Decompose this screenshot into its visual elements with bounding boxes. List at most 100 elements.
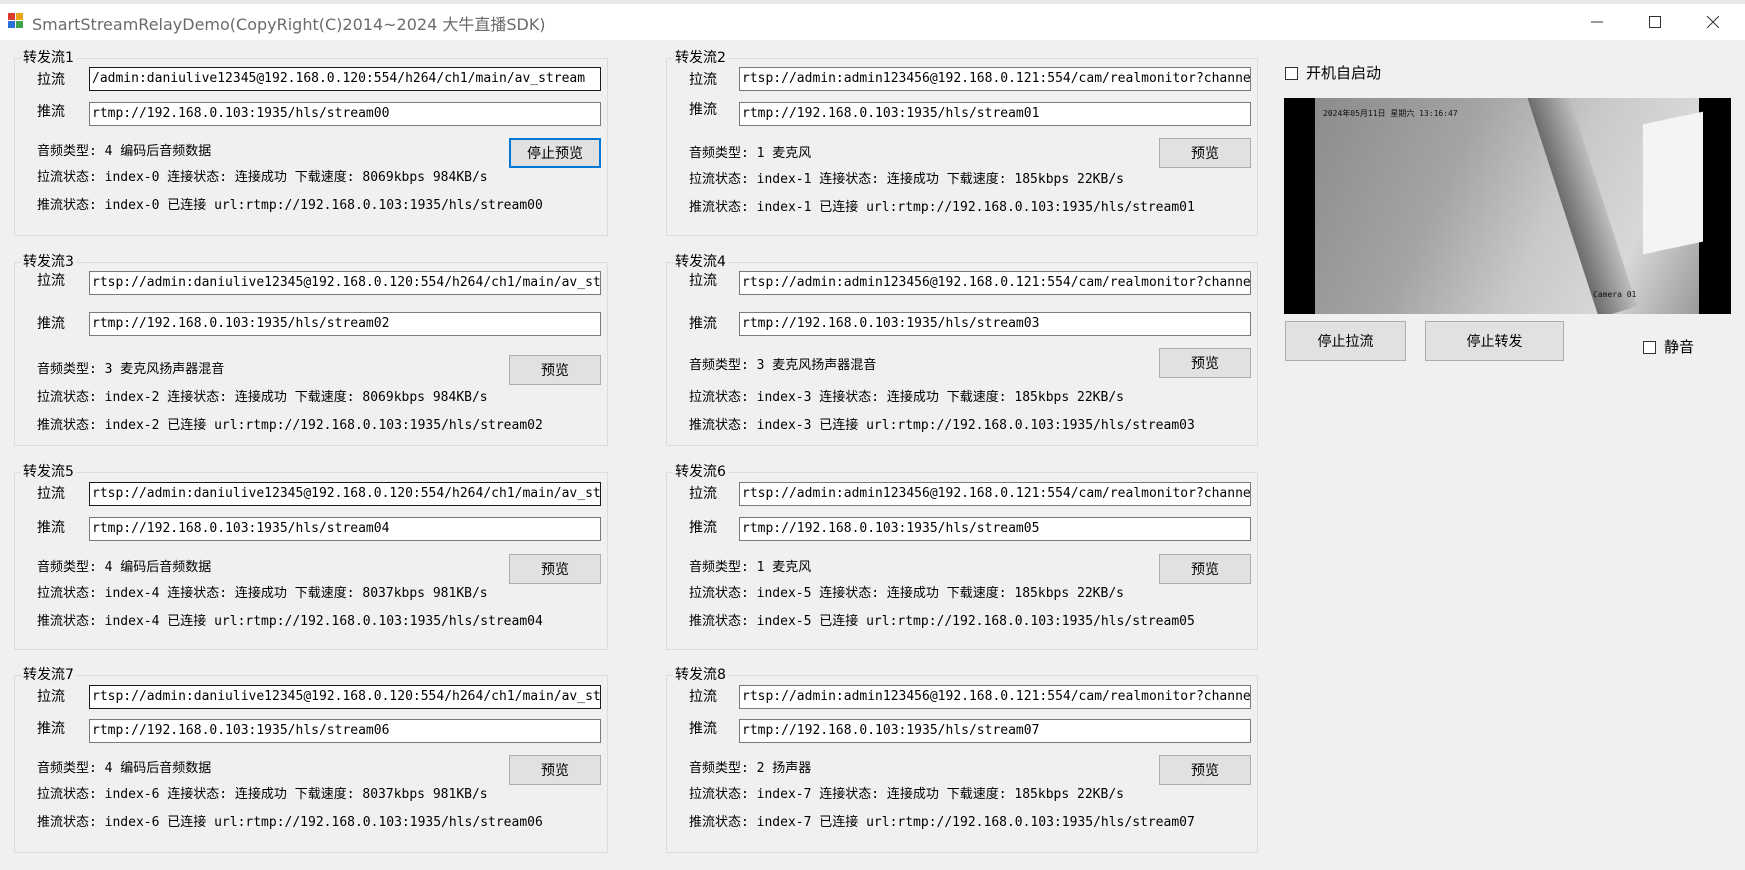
pull-label: 拉流 (689, 486, 717, 502)
group-caption: 转发流4 (673, 253, 728, 271)
pull-url-input[interactable]: /admin:daniulive12345@192.168.0.120:554/… (89, 67, 601, 91)
autostart-label: 开机自启动 (1306, 64, 1382, 82)
push-label: 推流 (689, 316, 717, 332)
pull-url-input[interactable]: rtsp://admin:admin123456@192.168.0.121:5… (739, 271, 1251, 295)
push-status-text: 推流状态: index-4 已连接 url:rtmp://192.168.0.1… (37, 614, 543, 629)
relay-group-4: 转发流4 拉流 rtsp://admin:admin123456@192.168… (666, 253, 1258, 446)
relay-group-5: 转发流5 拉流 rtsp://admin:daniulive12345@192.… (14, 463, 608, 650)
pull-status-text: 拉流状态: index-6 连接状态: 连接成功 下载速度: 8037kbps … (37, 787, 488, 802)
pull-url-input[interactable]: rtsp://admin:admin123456@192.168.0.121:5… (739, 482, 1251, 506)
pull-status-text: 拉流状态: index-1 连接状态: 连接成功 下载速度: 185kbps 2… (689, 172, 1124, 187)
audio-type-text: 音频类型: 1 麦克风 (689, 146, 812, 161)
autostart-checkbox[interactable] (1285, 67, 1298, 80)
pull-status-text: 拉流状态: index-2 连接状态: 连接成功 下载速度: 8069kbps … (37, 390, 488, 405)
window-title: SmartStreamRelayDemo(CopyRight(C)2014~20… (32, 15, 546, 34)
video-preview: 2024年05月11日 星期六 13:16:47 Camera 01 (1284, 98, 1731, 314)
audio-type-text: 音频类型: 2 扬声器 (689, 761, 812, 776)
pull-label: 拉流 (689, 273, 717, 289)
preview-button[interactable]: 预览 (1159, 755, 1251, 785)
group-caption: 转发流5 (21, 463, 76, 481)
stop-pull-button[interactable]: 停止拉流 (1285, 321, 1406, 361)
push-label: 推流 (689, 520, 717, 536)
relay-group-2: 转发流2 拉流 rtsp://admin:admin123456@192.168… (666, 49, 1258, 236)
osd-timestamp: 2024年05月11日 星期六 13:16:47 (1323, 109, 1458, 118)
push-label: 推流 (37, 104, 65, 120)
push-status-text: 推流状态: index-6 已连接 url:rtmp://192.168.0.1… (37, 815, 543, 830)
relay-group-6: 转发流6 拉流 rtsp://admin:admin123456@192.168… (666, 463, 1258, 650)
osd-camera-name: Camera 01 (1593, 290, 1637, 299)
maximize-icon (1649, 16, 1661, 28)
push-status-text: 推流状态: index-5 已连接 url:rtmp://192.168.0.1… (689, 614, 1195, 629)
audio-type-text: 音频类型: 4 编码后音频数据 (37, 761, 212, 776)
push-label: 推流 (689, 102, 717, 118)
pull-label: 拉流 (689, 72, 717, 88)
relay-group-1: 转发流1 拉流 /admin:daniulive12345@192.168.0.… (14, 49, 608, 236)
relay-group-8: 转发流8 拉流 rtsp://admin:admin123456@192.168… (666, 666, 1258, 853)
pull-label: 拉流 (37, 486, 65, 502)
pull-url-input[interactable]: rtsp://admin:admin123456@192.168.0.121:5… (739, 685, 1251, 709)
pull-url-input[interactable]: rtsp://admin:daniulive12345@192.168.0.12… (89, 482, 601, 506)
ceiling-beam-shape (1524, 98, 1638, 314)
group-caption: 转发流6 (673, 463, 728, 481)
relay-group-3: 转发流3 拉流 rtsp://admin:daniulive12345@192.… (14, 253, 608, 446)
push-status-text: 推流状态: index-0 已连接 url:rtmp://192.168.0.1… (37, 198, 543, 213)
pull-status-text: 拉流状态: index-0 连接状态: 连接成功 下载速度: 8069kbps … (37, 170, 488, 185)
audio-type-text: 音频类型: 4 编码后音频数据 (37, 144, 212, 159)
pull-label: 拉流 (37, 689, 65, 705)
minimize-button[interactable] (1568, 4, 1626, 40)
pull-url-input[interactable]: rtsp://admin:daniulive12345@192.168.0.12… (89, 271, 601, 295)
pull-label: 拉流 (37, 273, 65, 289)
audio-type-text: 音频类型: 1 麦克风 (689, 560, 812, 575)
push-status-text: 推流状态: index-3 已连接 url:rtmp://192.168.0.1… (689, 418, 1195, 433)
push-url-input[interactable]: rtmp://192.168.0.103:1935/hls/stream07 (739, 719, 1251, 743)
mute-checkbox[interactable] (1643, 341, 1656, 354)
close-button[interactable] (1684, 4, 1742, 40)
mute-label: 静音 (1664, 338, 1695, 356)
pull-status-text: 拉流状态: index-5 连接状态: 连接成功 下载速度: 185kbps 2… (689, 586, 1124, 601)
stop-preview-button[interactable]: 停止预览 (509, 138, 601, 168)
skylight-shape (1643, 111, 1703, 255)
pull-url-input[interactable]: rtsp://admin:admin123456@192.168.0.121:5… (739, 67, 1251, 91)
preview-button[interactable]: 预览 (509, 554, 601, 584)
preview-button[interactable]: 预览 (1159, 348, 1251, 378)
push-url-input[interactable]: rtmp://192.168.0.103:1935/hls/stream00 (89, 102, 601, 126)
push-url-input[interactable]: rtmp://192.168.0.103:1935/hls/stream01 (739, 102, 1251, 126)
push-url-input[interactable]: rtmp://192.168.0.103:1935/hls/stream06 (89, 719, 601, 743)
push-url-input[interactable]: rtmp://192.168.0.103:1935/hls/stream02 (89, 312, 601, 336)
pull-label: 拉流 (689, 689, 717, 705)
audio-type-text: 音频类型: 4 编码后音频数据 (37, 560, 212, 575)
push-status-text: 推流状态: index-2 已连接 url:rtmp://192.168.0.1… (37, 418, 543, 433)
pull-status-text: 拉流状态: index-4 连接状态: 连接成功 下载速度: 8037kbps … (37, 586, 488, 601)
push-label: 推流 (37, 316, 65, 332)
audio-type-text: 音频类型: 3 麦克风扬声器混音 (689, 358, 877, 373)
push-url-input[interactable]: rtmp://192.168.0.103:1935/hls/stream03 (739, 312, 1251, 336)
camera-frame: 2024年05月11日 星期六 13:16:47 Camera 01 (1315, 98, 1703, 314)
push-status-text: 推流状态: index-1 已连接 url:rtmp://192.168.0.1… (689, 200, 1195, 215)
group-caption: 转发流2 (673, 49, 728, 67)
relay-group-7: 转发流7 拉流 rtsp://admin:daniulive12345@192.… (14, 666, 608, 853)
push-url-input[interactable]: rtmp://192.168.0.103:1935/hls/stream05 (739, 517, 1251, 541)
group-caption: 转发流8 (673, 666, 728, 684)
stop-relay-button[interactable]: 停止转发 (1425, 321, 1564, 361)
pull-status-text: 拉流状态: index-7 连接状态: 连接成功 下载速度: 185kbps 2… (689, 787, 1124, 802)
maximize-button[interactable] (1626, 4, 1684, 40)
group-caption: 转发流7 (21, 666, 76, 684)
preview-button[interactable]: 预览 (509, 755, 601, 785)
pull-label: 拉流 (37, 72, 65, 88)
preview-button[interactable]: 预览 (1159, 138, 1251, 168)
pull-status-text: 拉流状态: index-3 连接状态: 连接成功 下载速度: 185kbps 2… (689, 390, 1124, 405)
audio-type-text: 音频类型: 3 麦克风扬声器混音 (37, 362, 225, 377)
title-bar: SmartStreamRelayDemo(CopyRight(C)2014~20… (0, 4, 1745, 40)
group-caption: 转发流3 (21, 253, 76, 271)
push-url-input[interactable]: rtmp://192.168.0.103:1935/hls/stream04 (89, 517, 601, 541)
minimize-icon (1591, 21, 1603, 23)
preview-button[interactable]: 预览 (509, 355, 601, 385)
push-label: 推流 (37, 721, 65, 737)
close-icon (1707, 16, 1719, 28)
pull-url-input[interactable]: rtsp://admin:daniulive12345@192.168.0.12… (89, 685, 601, 709)
preview-button[interactable]: 预览 (1159, 554, 1251, 584)
group-caption: 转发流1 (21, 49, 76, 67)
push-label: 推流 (37, 520, 65, 536)
push-label: 推流 (689, 721, 717, 737)
push-status-text: 推流状态: index-7 已连接 url:rtmp://192.168.0.1… (689, 815, 1195, 830)
